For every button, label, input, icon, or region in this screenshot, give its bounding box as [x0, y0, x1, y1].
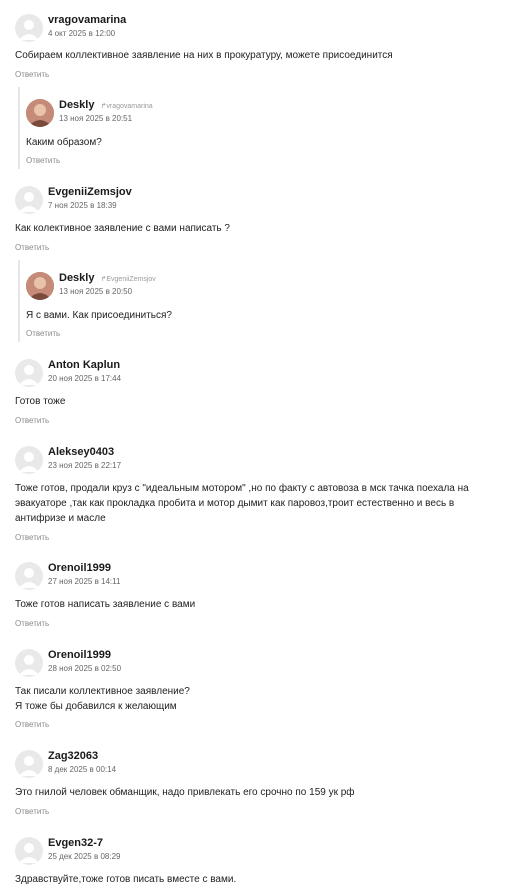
user-avatar-placeholder[interactable]: [15, 14, 43, 42]
comment-author[interactable]: vragovamarina: [48, 14, 126, 26]
comment-author[interactable]: Anton Kaplun: [48, 359, 120, 371]
comment-date: 7 ноя 2025 в 18:39: [48, 201, 117, 210]
comment-text: Это гнилой человек обманщик, надо привле…: [15, 787, 355, 798]
comment-author[interactable]: Orenoil1999: [48, 649, 111, 661]
comment-date: 13 ноя 2025 в 20:51: [59, 114, 133, 123]
user-avatar-placeholder[interactable]: [15, 446, 43, 474]
comment-text: Каким образом?: [26, 137, 102, 148]
user-avatar-placeholder[interactable]: [15, 837, 43, 865]
comment-date: 28 ноя 2025 в 02:50: [48, 664, 122, 673]
comment-author[interactable]: Zag32063: [48, 750, 98, 762]
comment-text: Здравствуйте,тоже готов писать вместе с …: [15, 874, 237, 885]
reply-button[interactable]: Ответить: [15, 807, 49, 816]
comment-text: Я с вами. Как присоединиться?: [26, 310, 172, 321]
comment-author[interactable]: Evgen32-7: [48, 837, 103, 849]
comment-author[interactable]: Aleksey0403: [48, 446, 114, 458]
reply-to-user[interactable]: vragovamarina: [106, 103, 152, 110]
comment-date: 4 окт 2025 в 12:00: [48, 29, 116, 38]
reply-button[interactable]: Ответить: [15, 619, 49, 628]
comment-date: 27 ноя 2025 в 14:11: [48, 577, 121, 586]
comment-date: 13 ноя 2025 в 20:50: [59, 287, 133, 296]
comment-date: 25 дек 2025 в 08:29: [48, 852, 121, 861]
comment-date: 23 ноя 2025 в 22:17: [48, 461, 122, 470]
reply-button[interactable]: Ответить: [26, 329, 60, 338]
user-avatar-placeholder[interactable]: [15, 359, 43, 387]
comment-text: Собираем коллективное заявление на них в…: [15, 50, 393, 61]
comment-text: Тоже готов написать заявление с вами: [15, 599, 196, 610]
comment-text: Тоже готов, продали круз с "идеальным мо…: [15, 483, 469, 524]
comment-text: Так писали коллективное заявление? Я тож…: [15, 686, 190, 712]
reply-button[interactable]: Ответить: [15, 70, 49, 79]
comment-date: 20 ноя 2025 в 17:44: [48, 374, 122, 383]
user-avatar[interactable]: [26, 272, 54, 300]
comment-author[interactable]: EvgeniiZemsjov: [48, 186, 132, 198]
reply-thread-line: [18, 260, 20, 342]
user-avatar-placeholder[interactable]: [15, 649, 43, 677]
comment-author[interactable]: Deskly ↱EvgeniiZemsjov: [59, 272, 156, 284]
comment-author[interactable]: Deskly ↱vragovamarina: [59, 99, 153, 111]
comment-author[interactable]: Orenoil1999: [48, 562, 111, 574]
reply-button[interactable]: Ответить: [15, 533, 49, 542]
comment-text: Как колективное заявление с вами написат…: [15, 223, 230, 234]
reply-button[interactable]: Ответить: [15, 243, 49, 252]
comment-date: 8 дек 2025 в 00:14: [48, 765, 117, 774]
user-avatar[interactable]: [26, 99, 54, 127]
reply-button[interactable]: Ответить: [26, 156, 60, 165]
reply-thread-line: [18, 87, 20, 169]
user-avatar-placeholder[interactable]: [15, 750, 43, 778]
reply-to-user[interactable]: EvgeniiZemsjov: [106, 276, 155, 283]
user-avatar-placeholder[interactable]: [15, 186, 43, 214]
user-avatar-placeholder[interactable]: [15, 562, 43, 590]
reply-button[interactable]: Ответить: [15, 416, 49, 425]
comment-text: Готов тоже: [15, 396, 66, 407]
reply-button[interactable]: Ответить: [15, 720, 49, 729]
